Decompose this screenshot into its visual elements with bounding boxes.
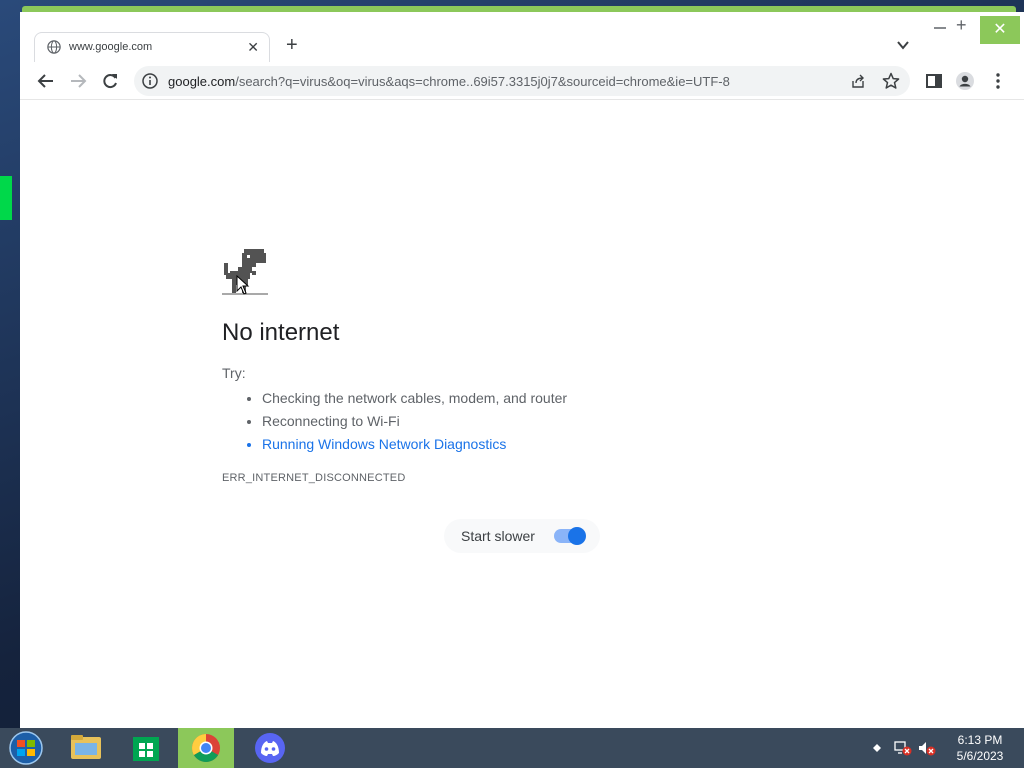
suggestions-list: Checking the network cables, modem, and … (262, 389, 567, 458)
file-explorer-icon (71, 735, 101, 759)
start-slower-toggle[interactable] (554, 527, 586, 545)
error-page: No internet Try: Checking the network ca… (20, 101, 1024, 728)
show-hidden-icons[interactable] (872, 740, 882, 756)
taskbar: 6:13 PM 5/6/2023 (0, 728, 1024, 768)
profile-avatar-icon[interactable] (955, 71, 975, 91)
chrome-window: www.google.com ✕ + + ✕ google.com/search… (20, 12, 1024, 728)
volume-muted-icon[interactable] (918, 740, 936, 756)
bookmark-star-icon[interactable] (882, 72, 900, 90)
start-slower-label: Start slower (461, 528, 535, 544)
system-clock[interactable]: 6:13 PM 5/6/2023 (944, 732, 1016, 764)
back-arrow-icon[interactable] (36, 71, 56, 91)
toggle-knob (568, 527, 586, 545)
error-title: No internet (222, 319, 340, 346)
address-bar[interactable]: google.com/search?q=virus&oq=virus&aqs=c… (134, 66, 910, 96)
chrome-menu-icon[interactable] (988, 71, 1008, 91)
url-path: /search?q=virus&oq=virus&aqs=chrome..69i… (235, 74, 730, 89)
site-info-icon[interactable] (142, 73, 158, 89)
maximize-button[interactable]: + (956, 16, 967, 34)
taskbar-chrome[interactable] (178, 728, 234, 768)
network-disconnected-icon[interactable] (894, 740, 912, 756)
taskbar-discord[interactable] (242, 728, 298, 768)
clock-date: 5/6/2023 (956, 749, 1004, 763)
discord-icon (255, 733, 285, 763)
side-panel-icon[interactable] (924, 71, 944, 91)
network-diagnostics-link[interactable]: Running Windows Network Diagnostics (262, 435, 567, 458)
start-orb-icon[interactable] (6, 730, 46, 766)
browser-toolbar: google.com/search?q=virus&oq=virus&aqs=c… (20, 62, 1024, 100)
taskbar-file-explorer[interactable] (58, 728, 114, 768)
forward-arrow-icon[interactable] (68, 71, 88, 91)
try-label: Try: (222, 365, 246, 381)
tab-close-icon[interactable]: ✕ (247, 39, 259, 56)
reload-icon[interactable] (100, 71, 120, 91)
store-icon (133, 737, 159, 761)
tab-google[interactable]: www.google.com ✕ (34, 32, 270, 62)
suggestion-check-cables: Checking the network cables, modem, and … (262, 389, 567, 412)
mouse-cursor-icon (236, 275, 250, 295)
taskbar-windows-store[interactable] (118, 728, 174, 768)
minimize-button[interactable] (934, 20, 946, 34)
tab-strip: www.google.com ✕ + + ✕ (20, 12, 1024, 62)
url-host: google.com (168, 74, 236, 89)
clock-time: 6:13 PM (957, 733, 1003, 747)
tab-search-chevron-icon[interactable] (896, 38, 910, 52)
desktop-icon-edge (0, 176, 12, 220)
new-tab-button[interactable]: + (286, 34, 298, 56)
start-slower-control: Start slower (444, 519, 600, 553)
globe-icon (47, 40, 61, 54)
chrome-icon (192, 734, 220, 762)
tab-title: www.google.com (69, 41, 153, 53)
suggestion-reconnect-wifi: Reconnecting to Wi-Fi (262, 412, 567, 435)
error-code: ERR_INTERNET_DISCONNECTED (222, 472, 406, 484)
share-icon[interactable] (850, 73, 866, 89)
window-close-button[interactable]: ✕ (980, 16, 1020, 44)
url-text: google.com/search?q=virus&oq=virus&aqs=c… (168, 74, 730, 89)
